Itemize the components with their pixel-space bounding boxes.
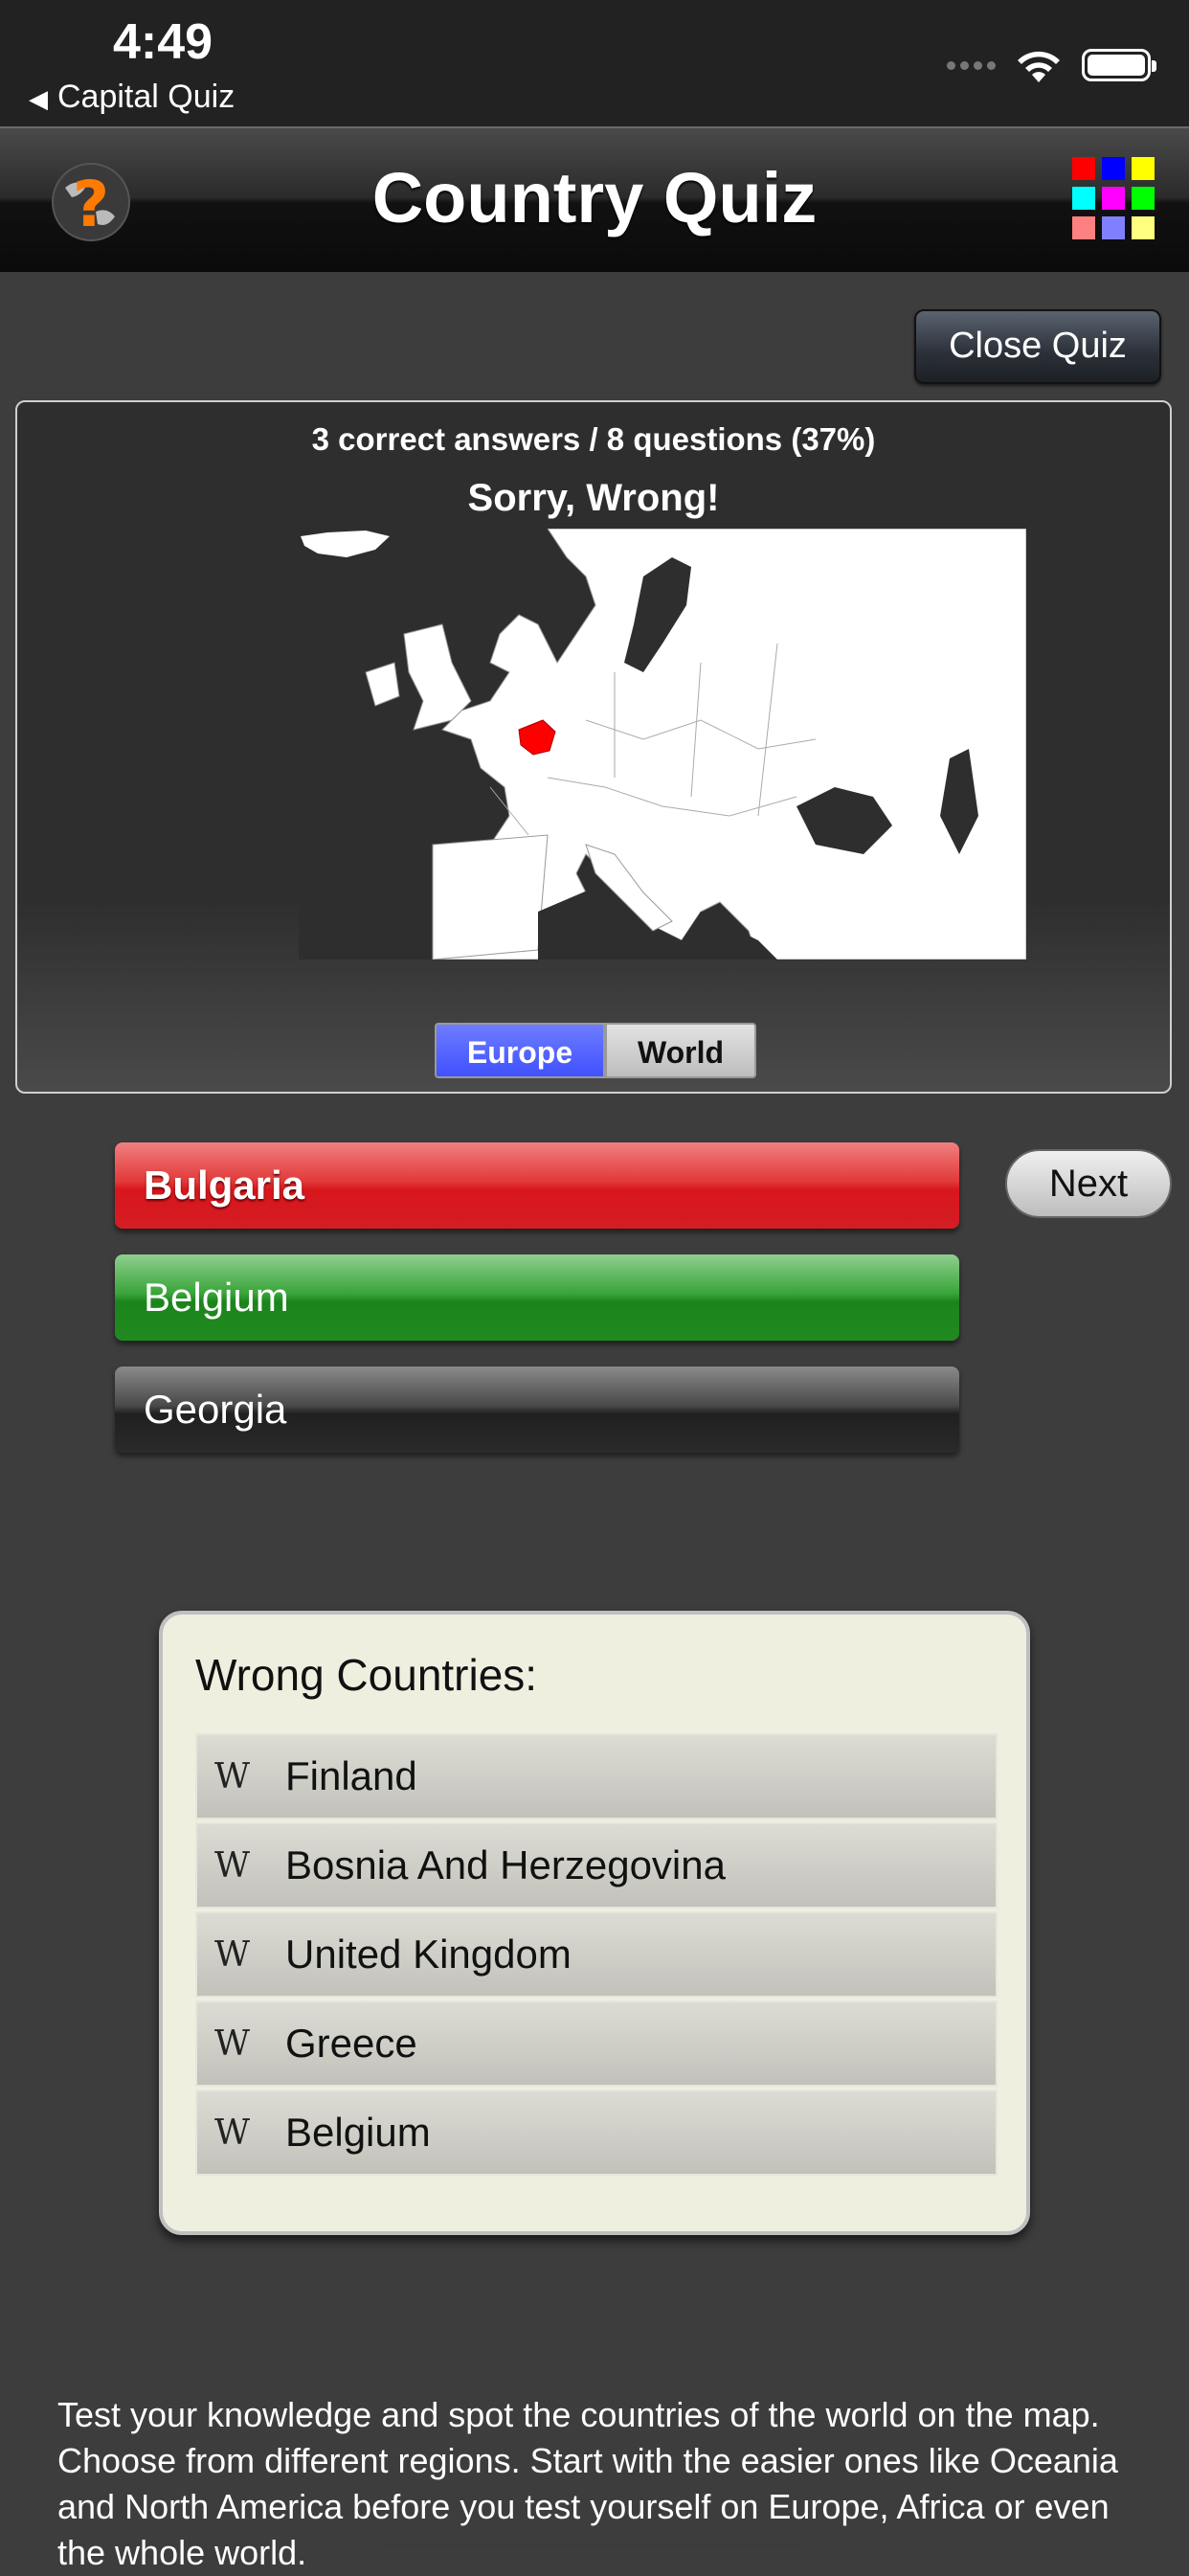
wikipedia-icon: W [214, 1934, 251, 1975]
status-bar: 4:49 ◀ Capital Quiz [0, 0, 1189, 126]
region-tab-world[interactable]: World [605, 1023, 756, 1078]
wrong-countries-title: Wrong Countries: [195, 1650, 538, 1700]
wrong-country-item[interactable]: W United Kingdom [195, 1911, 998, 1998]
wikipedia-icon: W [214, 1756, 251, 1796]
grid-swatch [1132, 187, 1155, 210]
wrong-countries-panel: Wrong Countries: W Finland W Bosnia And … [159, 1611, 1030, 2235]
map-iberia [432, 834, 549, 960]
battery-icon [1082, 49, 1156, 81]
grid-swatch [1102, 216, 1125, 239]
quiz-panel: 3 correct answers / 8 questions (37%) So… [15, 400, 1172, 1094]
navigation-bar: ? Country Quiz [0, 126, 1189, 272]
back-link-label: Capital Quiz [57, 79, 236, 115]
grid-swatch [1102, 187, 1125, 210]
back-arrow-icon: ◀ [29, 84, 48, 113]
wrong-country-name: Belgium [285, 2110, 431, 2155]
grid-swatch [1132, 157, 1155, 180]
wikipedia-icon: W [214, 1845, 251, 1886]
color-grid-menu-icon[interactable] [1072, 157, 1155, 239]
wrong-country-item[interactable]: W Bosnia And Herzegovina [195, 1822, 998, 1909]
back-to-capital-quiz-link[interactable]: ◀ Capital Quiz [29, 79, 235, 116]
page-title: Country Quiz [371, 158, 818, 237]
answer-button-bulgaria[interactable]: Bulgaria [115, 1142, 959, 1229]
grid-swatch [1132, 216, 1155, 239]
wrong-country-name: Finland [285, 1753, 417, 1798]
wrong-countries-list: W Finland W Bosnia And Herzegovina W Uni… [195, 1733, 998, 2179]
europe-map[interactable] [299, 529, 1026, 960]
region-tab-europe[interactable]: Europe [435, 1023, 605, 1078]
wrong-country-name: Bosnia And Herzegovina [285, 1842, 726, 1887]
wrong-country-item[interactable]: W Greece [195, 2000, 998, 2087]
wifi-icon [1018, 51, 1060, 82]
status-indicators [947, 46, 1156, 84]
region-selector: Europe World [435, 1023, 756, 1078]
home-indicator [383, 2538, 806, 2547]
next-button[interactable]: Next [1005, 1149, 1172, 1218]
close-quiz-button[interactable]: Close Quiz [914, 309, 1161, 384]
cellular-signal-icon [947, 60, 996, 70]
grid-swatch [1072, 187, 1095, 210]
wrong-country-item[interactable]: W Finland [195, 1733, 998, 1819]
wikipedia-icon: W [214, 2113, 251, 2153]
wikipedia-icon: W [214, 2023, 251, 2064]
grid-swatch [1072, 157, 1095, 180]
wrong-country-item[interactable]: W Belgium [195, 2090, 998, 2176]
answer-button-belgium[interactable]: Belgium [115, 1254, 959, 1341]
answer-button-georgia[interactable]: Georgia [115, 1367, 959, 1453]
feedback-text: Sorry, Wrong! [467, 477, 720, 519]
wrong-country-name: Greece [285, 2021, 417, 2066]
grid-swatch [1102, 157, 1125, 180]
grid-swatch [1072, 216, 1095, 239]
score-text: 3 correct answers / 8 questions (37%) [311, 421, 876, 457]
wrong-country-name: United Kingdom [285, 1932, 572, 1977]
status-time: 4:49 [113, 14, 213, 70]
app-description: Test your knowledge and spot the countri… [57, 2395, 1118, 2572]
